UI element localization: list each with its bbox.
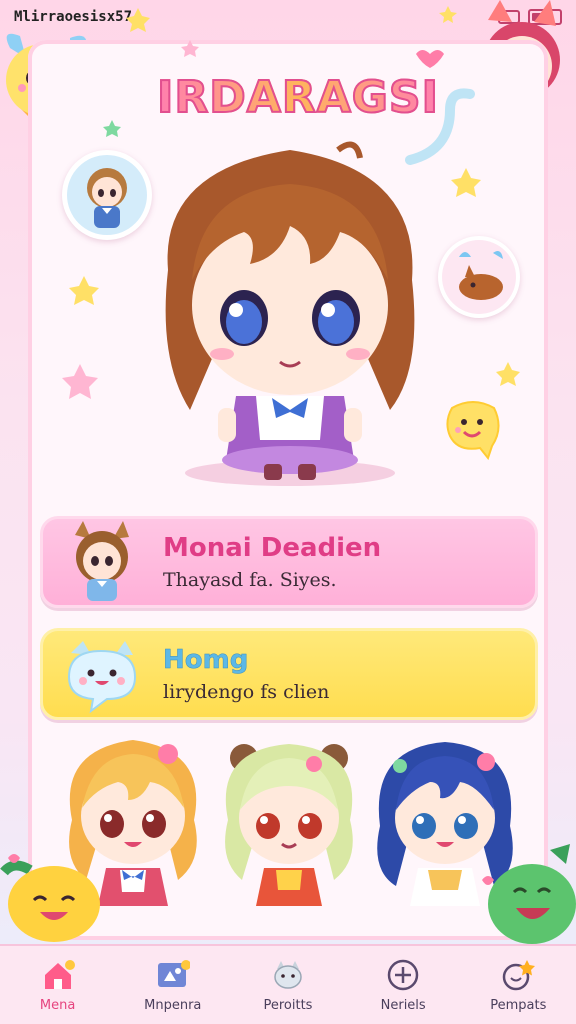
tab-home-label: Mena bbox=[39, 997, 76, 1013]
tab-home[interactable]: Mena bbox=[3, 958, 113, 1013]
cat-icon bbox=[270, 958, 306, 992]
card-2-title: Homg bbox=[163, 645, 249, 676]
hero-character[interactable] bbox=[140, 140, 440, 500]
card-2-text: Homg lirydengo fs clien bbox=[163, 645, 330, 703]
home-icon bbox=[40, 958, 76, 992]
plus-circle-icon bbox=[385, 958, 421, 992]
card-2-subtitle: lirydengo fs clien bbox=[163, 681, 330, 703]
tab-pets-label: Peroitts bbox=[263, 997, 313, 1013]
ghost-mascot-icon bbox=[67, 641, 137, 714]
card-1-title: Monai Deadien bbox=[163, 533, 382, 563]
bottom-tab-bar: Mena Mnpenra Peroitts Neriels Pempats bbox=[0, 944, 576, 1024]
tab-add-label: Neriels bbox=[380, 997, 426, 1013]
chibi-girl-illustration bbox=[165, 141, 415, 480]
tab-pets[interactable]: Peroitts bbox=[233, 958, 343, 1013]
cat-sticker[interactable] bbox=[438, 236, 520, 318]
character-card-1[interactable]: Monai Deadien Thayasd fa. Siyes. bbox=[40, 516, 538, 608]
tab-profile-label: Pempats bbox=[490, 997, 547, 1013]
boy-sticker[interactable] bbox=[62, 150, 152, 240]
character-roster bbox=[50, 730, 526, 920]
green-blob-mascot-icon bbox=[482, 844, 576, 944]
cat-avatar-icon bbox=[442, 240, 516, 314]
boy-avatar-icon bbox=[67, 155, 147, 235]
character-card-2[interactable]: Homg lirydengo fs clien bbox=[40, 628, 538, 720]
card-1-text: Monai Deadien Thayasd fa. Siyes. bbox=[163, 533, 381, 591]
card-1-subtitle: Thayasd fa. Siyes. bbox=[163, 569, 337, 591]
yellow-blob-mascot-icon bbox=[0, 854, 100, 942]
tab-gallery[interactable]: Mnpenra bbox=[118, 958, 228, 1013]
tab-profile[interactable]: Pempats bbox=[463, 958, 573, 1013]
fox-boy-avatar-icon bbox=[75, 521, 129, 601]
green-hair-girl-character-icon[interactable] bbox=[214, 730, 364, 920]
image-icon bbox=[155, 958, 191, 992]
tab-gallery-label: Mnpenra bbox=[144, 997, 202, 1013]
tab-add[interactable]: Neriels bbox=[348, 958, 458, 1013]
smiley-blob-icon bbox=[446, 401, 500, 460]
star-badge-icon bbox=[500, 958, 536, 992]
